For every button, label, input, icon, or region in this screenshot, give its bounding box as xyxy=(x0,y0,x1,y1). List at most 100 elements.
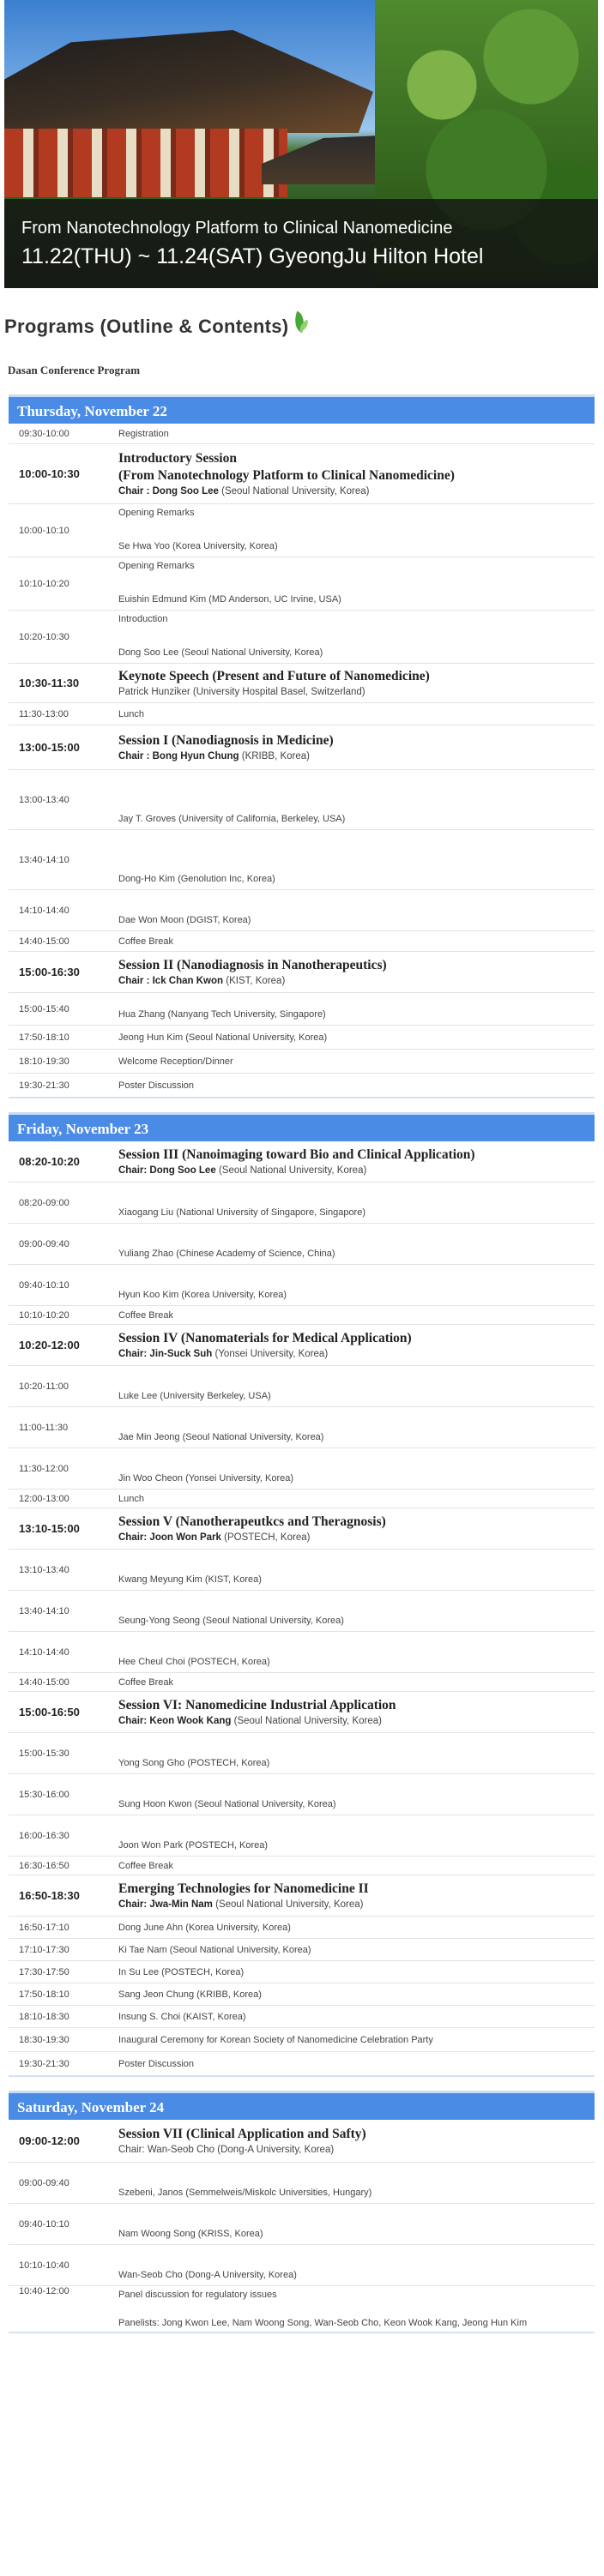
schedule-row: 17:10-17:30 Ki Tae Nam (Seoul National Un… xyxy=(9,1939,595,1961)
speaker: Nam Woong Song (KRISS, Korea) xyxy=(118,2229,263,2239)
time-slot: 14:10-14:40 xyxy=(19,905,69,916)
day-header: Thursday, November 22 xyxy=(9,394,595,424)
time-slot: 10:10-10:40 xyxy=(19,2260,69,2271)
session-chair: Chair: Keon Wook Kang (Seoul National Un… xyxy=(118,1714,588,1728)
row-content: Session IV (Nanomaterials for Medical Ap… xyxy=(118,1326,595,1365)
session-row: 10:00-10:30 Introductory Session (From Nan… xyxy=(9,444,595,504)
schedule-row: 11:00-11:30 Jae Min Jeong (Seoul National… xyxy=(9,1407,595,1448)
chair-name: Chair : Bong Hyun Chung xyxy=(118,750,239,761)
session-row: 09:00-12:00 Session VII (Clinical Applica… xyxy=(9,2120,595,2163)
time-slot: 16:00-16:30 xyxy=(19,1830,69,1841)
chair-affiliation: (Seoul National University, Korea) xyxy=(221,485,370,497)
row-content: Opening Remarks Euishin Edmund Kim (MD An… xyxy=(118,557,595,610)
talk-topic: Introduction xyxy=(118,614,168,624)
time-slot: 16:50-17:10 xyxy=(19,1922,69,1933)
session-title: Session III (Nanoimaging toward Bio and … xyxy=(118,1147,475,1162)
session-title: Session V (Nanotherapeutkcs and Theragno… xyxy=(118,1514,386,1529)
schedule-row: 14:10-14:40 Dae Won Moon (DGIST, Korea) xyxy=(9,890,595,931)
row-text: Jeong Hun Kim (Seoul National University… xyxy=(118,1032,328,1043)
time-slot: 10:20-12:00 xyxy=(19,1339,80,1351)
row-text: Coffee Break xyxy=(118,1676,174,1688)
session-row: 08:20-10:20 Session III (Nanoimaging towa… xyxy=(9,1141,595,1183)
row-content: Insung S. Choi (KAIST, Korea) xyxy=(118,2012,595,2022)
schedule-row: 19:30-21:30 Poster Discussion xyxy=(9,2052,595,2076)
session-chair: Chair: Joon Won Park (POSTECH, Korea) xyxy=(118,1531,588,1544)
time-slot: 18:10-18:30 xyxy=(19,2011,69,2022)
row-content: Yong Song Gho (POSTECH, Korea) xyxy=(118,1733,595,1773)
time-slot: 11:30-13:00 xyxy=(19,708,69,719)
chair-name: Chair: Jin-Suck Suh xyxy=(118,1348,213,1359)
time-slot: 09:30-10:00 xyxy=(19,428,69,439)
time-slot: 12:00-13:00 xyxy=(19,1493,69,1504)
row-content: Coffee Break xyxy=(118,1677,595,1688)
schedule-row: 14:40-15:00 Coffee Break xyxy=(9,1673,595,1692)
schedule-row: 14:10-14:40 Hee Cheul Choi (POSTECH, Kore… xyxy=(9,1632,595,1673)
schedule-row: 09:00-09:40 Yuliang Zhao (Chinese Academy… xyxy=(9,1224,595,1265)
time-slot: 16:50-18:30 xyxy=(19,1889,80,1902)
time-slot: 10:30-11:30 xyxy=(19,677,80,689)
time-slot: 13:10-15:00 xyxy=(19,1522,80,1535)
session-title: Session I (Nanodiagnosis in Medicine) xyxy=(118,732,334,748)
row-content: Coffee Break xyxy=(118,1310,595,1321)
time-slot: 15:00-16:30 xyxy=(19,966,80,978)
row-content: Session VI: Nanomedicine Industrial Appl… xyxy=(118,1693,595,1732)
chair-affiliation: (KIST, Korea) xyxy=(226,975,286,986)
banner-dates: 11.22(THU) ~ 11.24(SAT) GyeongJu Hilton … xyxy=(21,244,484,268)
session-title: Session II (Nanodiagnosis in Nanotherape… xyxy=(118,957,387,972)
program-subtitle: Dasan Conference Program xyxy=(8,364,141,376)
row-content: Dong-Ho Kim (Genolution Inc, Korea) xyxy=(118,830,595,889)
day-section: Thursday, November 22 09:30-10:00 Registra… xyxy=(9,394,595,1098)
row-text: Insung S. Choi (KAIST, Korea) xyxy=(118,2011,246,2022)
row-content: Coffee Break xyxy=(118,1861,595,1871)
row-content: Introductory Session (From Nanotechnology… xyxy=(118,446,595,503)
row-content: Panel discussion for regulatory issues Pa… xyxy=(118,2286,595,2332)
row-content: Coffee Break xyxy=(118,936,595,947)
schedule-row: 09:30-10:00 Registration xyxy=(9,424,595,444)
row-content: Hua Zhang (Nanyang Tech University, Sing… xyxy=(118,993,595,1025)
speaker: Jin Woo Cheon (Yonsei University, Korea) xyxy=(118,1473,294,1484)
schedule-row: 17:50-18:10 Sang Jeon Chung (KRIBB, Korea… xyxy=(9,1983,595,2006)
time-slot: 11:30-12:00 xyxy=(19,1463,69,1474)
row-content: Ki Tae Nam (Seoul National University, K… xyxy=(118,1945,595,1955)
session-title: Session VI: Nanomedicine Industrial Appl… xyxy=(118,1697,396,1712)
row-content: Kwang Meyung Kim (KIST, Korea) xyxy=(118,1550,595,1590)
row-text: Coffee Break xyxy=(118,1309,174,1321)
row-content: Welcome Reception/Dinner xyxy=(118,1056,595,1067)
row-content: Session II (Nanodiagnosis in Nanotherape… xyxy=(118,953,595,992)
time-slot: 13:10-13:40 xyxy=(19,1564,69,1575)
row-text: Inaugural Ceremony for Korean Society of… xyxy=(118,2034,433,2045)
time-slot: 19:30-21:30 xyxy=(19,1080,69,1091)
session-chair: Chair : Bong Hyun Chung (KRIBB, Korea) xyxy=(118,749,588,763)
time-slot: 11:00-11:30 xyxy=(19,1422,69,1433)
row-content: Hee Cheul Choi (POSTECH, Korea) xyxy=(118,1632,595,1672)
time-slot: 10:10-10:20 xyxy=(19,578,69,589)
time-slot: 10:20-11:00 xyxy=(19,1381,69,1392)
row-text: Lunch xyxy=(118,708,144,719)
time-slot: 17:50-18:10 xyxy=(19,1989,69,2000)
session-title: Session IV (Nanomaterials for Medical Ap… xyxy=(118,1330,412,1345)
schedule-row: 14:40-15:00 Coffee Break xyxy=(9,931,595,952)
row-text: Sang Jeon Chung (KRIBB, Korea) xyxy=(118,1989,262,2000)
chair-name: Chair: Dong Soo Lee xyxy=(118,1165,216,1176)
schedule-row: 16:50-17:10 Dong June Ahn (Korea Universi… xyxy=(9,1917,595,1939)
session-title: Keynote Speech (Present and Future of Na… xyxy=(118,668,430,683)
session-chair: Chair : Dong Soo Lee (Seoul National Uni… xyxy=(118,485,588,498)
row-content: Registration xyxy=(118,429,595,439)
chair-name: Chair : Dong Soo Lee xyxy=(118,485,219,497)
schedule-row: 13:40-14:10 Dong-Ho Kim (Genolution Inc, … xyxy=(9,830,595,890)
time-slot: 17:10-17:30 xyxy=(19,1944,69,1955)
session-row: 13:10-15:00 Session V (Nanotherapeutkcs a… xyxy=(9,1508,595,1550)
chair-affiliation: (Seoul National University, Korea) xyxy=(233,1715,382,1726)
banner-caption: From Nanotechnology Platform to Clinical… xyxy=(4,199,598,288)
time-slot: 14:10-14:40 xyxy=(19,1646,69,1658)
speaker: Jae Min Jeong (Seoul National University… xyxy=(118,1432,324,1442)
row-content: Sung Hoon Kwon (Seoul National Universit… xyxy=(118,1774,595,1815)
schedule-row: 13:10-13:40 Kwang Meyung Kim (KIST, Korea… xyxy=(9,1550,595,1591)
session-title: Introductory Session xyxy=(118,450,237,466)
time-slot: 10:40-12:00 xyxy=(19,2286,69,2296)
day-section: Friday, November 23 08:20-10:20 Session II… xyxy=(9,1112,595,2077)
speaker: Xiaogang Liu (National University of Sin… xyxy=(118,1207,366,1218)
speaker: Euishin Edmund Kim (MD Anderson, UC Irvi… xyxy=(118,594,341,605)
temple-roof-illustration xyxy=(4,30,373,133)
row-content: Session I (Nanodiagnosis in Medicine) Cha… xyxy=(118,728,595,767)
